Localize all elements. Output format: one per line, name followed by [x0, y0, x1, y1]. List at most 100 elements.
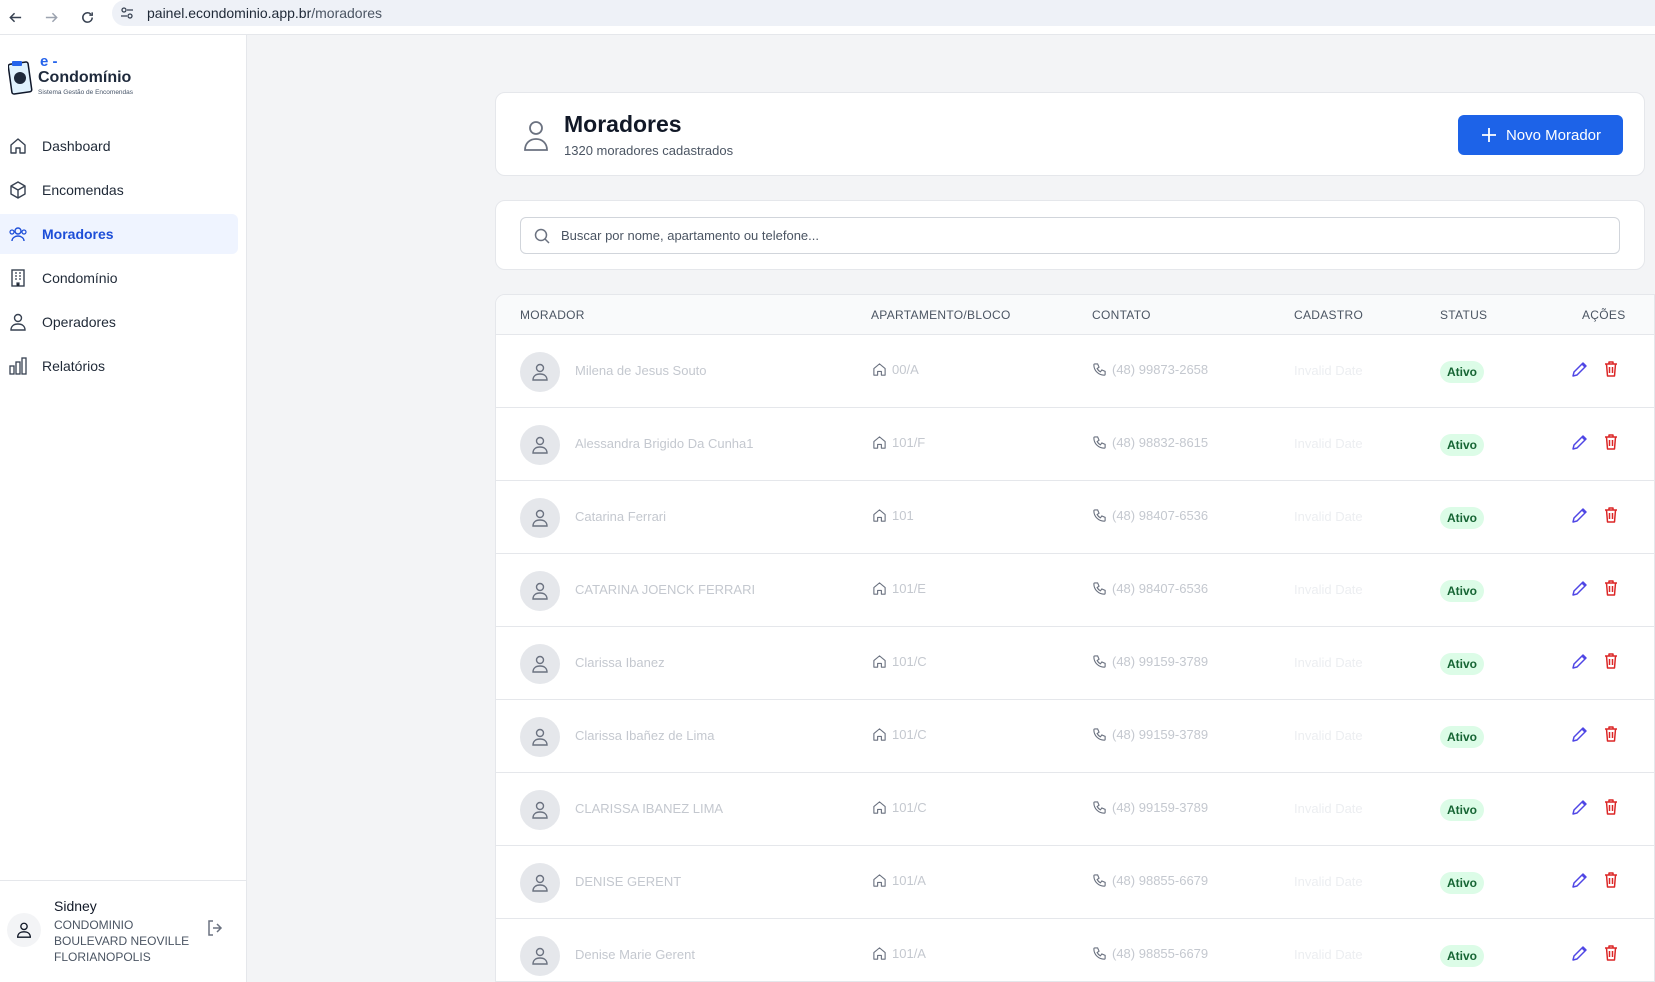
edit-button[interactable] [1570, 870, 1592, 892]
delete-button[interactable] [1601, 432, 1623, 454]
edit-button[interactable] [1570, 359, 1592, 381]
trash-icon [1605, 361, 1617, 377]
phone-value: (48) 98407-6536 [1112, 508, 1209, 523]
sidebar-item-encomendas[interactable]: Encomendas [0, 170, 238, 210]
column-header-morador[interactable]: MORADOR [520, 308, 585, 322]
cadastro-date: Invalid Date [1294, 874, 1363, 889]
table-row[interactable]: Catarina Ferrari 101 (48) 98407-6536 Inv… [496, 481, 1654, 554]
search-box[interactable] [520, 217, 1620, 254]
edit-button[interactable] [1570, 578, 1592, 600]
home-icon [873, 947, 886, 960]
users-icon [7, 223, 29, 245]
home-icon [873, 509, 886, 522]
edit-button[interactable] [1570, 797, 1592, 819]
morador-name: Catarina Ferrari [575, 509, 667, 524]
apartment-cell: 101/C [872, 654, 927, 669]
table-row[interactable]: Clarissa Ibanez 101/C (48) 99159-3789 In… [496, 627, 1654, 700]
delete-button[interactable] [1601, 943, 1623, 965]
table-row[interactable]: CLARISSA IBANEZ LIMA 101/C (48) 99159-37… [496, 773, 1654, 846]
app-logo[interactable]: e - Condomínio Sistema Gestão de Encomen… [8, 53, 168, 103]
phone-icon [1093, 801, 1106, 814]
avatar [520, 644, 560, 684]
site-info-icon[interactable] [119, 5, 135, 21]
sidebar-item-operadores[interactable]: Operadores [0, 302, 238, 342]
table-row[interactable]: DENISE GERENT 101/A (48) 98855-6679 Inva… [496, 846, 1654, 919]
contact-cell: (48) 99873-2658 [1092, 362, 1208, 377]
url-host: painel.econdominio.app.br [147, 5, 312, 21]
arrow-left-icon [8, 12, 21, 22]
table-row[interactable]: Clarissa Ibañez de Lima 101/C (48) 99159… [496, 700, 1654, 773]
edit-button[interactable] [1570, 943, 1592, 965]
phone-icon [1093, 363, 1106, 376]
table-row[interactable]: Alessandra Brigido Da Cunha1 101/F (48) … [496, 408, 1654, 481]
trash-icon [1605, 945, 1617, 961]
pencil-icon [1572, 362, 1587, 377]
reload-button[interactable] [76, 6, 98, 28]
edit-button[interactable] [1570, 651, 1592, 673]
forward-button[interactable] [40, 6, 62, 28]
status-badge: Ativo [1440, 945, 1484, 967]
phone-value: (48) 99873-2658 [1112, 362, 1209, 377]
page-header: Moradores 1320 moradores cadastrados Nov… [495, 92, 1645, 176]
delete-button[interactable] [1601, 797, 1623, 819]
sidebar-item-condominio[interactable]: Condomínio [0, 258, 238, 298]
edit-button[interactable] [1570, 724, 1592, 746]
phone-icon [1093, 436, 1106, 449]
contact-cell: (48) 98855-6679 [1092, 946, 1208, 961]
cadastro-date: Invalid Date [1294, 655, 1363, 670]
table-row[interactable]: Milena de Jesus Souto 00/A (48) 99873-26… [496, 335, 1654, 408]
morador-name: Milena de Jesus Souto [575, 363, 707, 378]
avatar[interactable] [7, 913, 41, 947]
cadastro-date: Invalid Date [1294, 947, 1363, 962]
status-badge: Ativo [1440, 361, 1484, 383]
user-icon [524, 121, 548, 151]
contact-cell: (48) 98855-6679 [1092, 873, 1208, 888]
morador-name: Clarissa Ibañez de Lima [575, 728, 715, 743]
column-header-contato[interactable]: CONTATO [1092, 308, 1151, 322]
sidebar-item-dashboard[interactable]: Dashboard [0, 126, 238, 166]
column-header-apartamento[interactable]: APARTAMENTO/BLOCO [871, 308, 1011, 322]
avatar [520, 717, 560, 757]
apartment-cell: 101/F [872, 435, 925, 450]
delete-button[interactable] [1601, 578, 1623, 600]
morador-name: CLARISSA IBANEZ LIMA [575, 801, 724, 816]
apartment-value: 101/E [892, 581, 926, 596]
user-icon [532, 801, 548, 819]
cadastro-date: Invalid Date [1294, 436, 1363, 451]
apartment-value: 101/A [892, 946, 926, 961]
delete-button[interactable] [1601, 359, 1623, 381]
column-header-cadastro[interactable]: CADASTRO [1294, 308, 1363, 322]
delete-button[interactable] [1601, 724, 1623, 746]
status-badge: Ativo [1440, 507, 1484, 529]
apartment-cell: 101/E [872, 581, 926, 596]
user-icon [532, 874, 548, 892]
home-icon [873, 582, 886, 595]
delete-button[interactable] [1601, 505, 1623, 527]
url-path: /moradores [311, 5, 383, 21]
edit-button[interactable] [1570, 432, 1592, 454]
table-row[interactable]: Denise Marie Gerent 101/A (48) 98855-667… [496, 919, 1654, 981]
new-morador-button[interactable]: Novo Morador [1458, 115, 1623, 155]
back-button[interactable] [4, 6, 26, 28]
sidebar-item-moradores[interactable]: Moradores [0, 214, 238, 254]
cadastro-date: Invalid Date [1294, 363, 1363, 378]
address-bar[interactable]: painel.econdominio.app.br/moradores [112, 0, 1655, 26]
sidebar-item-label: Operadores [42, 314, 116, 330]
status-badge: Ativo [1440, 580, 1484, 602]
phone-value: (48) 99159-3789 [1112, 727, 1209, 742]
avatar [520, 425, 560, 465]
user-icon [532, 947, 548, 965]
logout-button[interactable] [204, 917, 226, 939]
column-header-status[interactable]: STATUS [1440, 308, 1487, 322]
search-input[interactable] [561, 228, 1561, 243]
phone-icon [1093, 509, 1106, 522]
user-icon [7, 311, 29, 333]
sidebar: e - Condomínio Sistema Gestão de Encomen… [0, 35, 247, 982]
table-row[interactable]: CATARINA JOENCK FERRARI 101/E (48) 98407… [496, 554, 1654, 627]
phone-icon [1093, 655, 1106, 668]
edit-button[interactable] [1570, 505, 1592, 527]
delete-button[interactable] [1601, 870, 1623, 892]
delete-button[interactable] [1601, 651, 1623, 673]
sidebar-item-relatorios[interactable]: Relatórios [0, 346, 238, 386]
apartment-value: 101/A [892, 873, 926, 888]
